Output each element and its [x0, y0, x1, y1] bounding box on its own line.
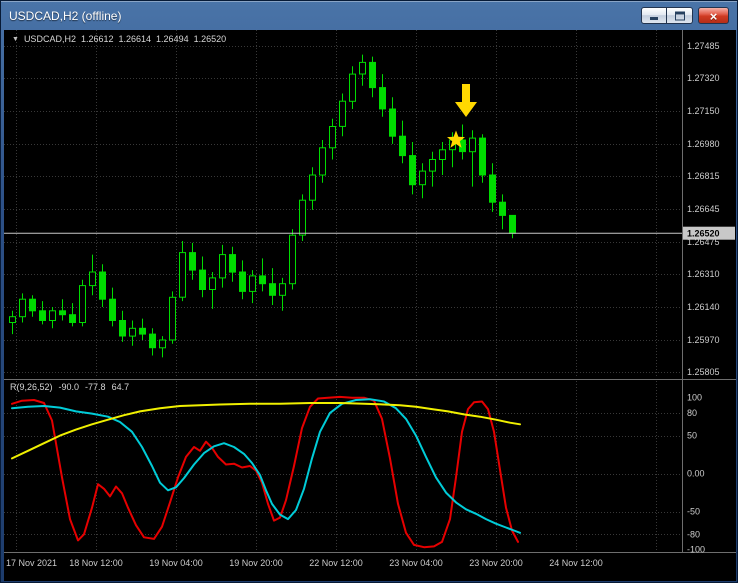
candle-body	[219, 254, 226, 279]
candle-body	[499, 201, 506, 216]
maximize-button[interactable]	[667, 7, 693, 24]
price-axis-label: 1.26140	[687, 302, 720, 312]
candle-body	[399, 135, 406, 157]
candle-body	[9, 316, 16, 324]
candle-body	[19, 298, 26, 318]
time-axis-label: 23 Nov 20:00	[469, 558, 523, 568]
candle-body	[169, 296, 176, 341]
candle-body	[199, 269, 206, 291]
candle-body	[49, 310, 56, 321]
window-controls: ×	[641, 7, 729, 24]
candle-body	[39, 310, 46, 321]
chart-canvas[interactable]: 1.265201.274851.273201.271501.269801.268…	[4, 30, 736, 581]
down-arrow-icon[interactable]	[455, 84, 477, 117]
time-axis-label: 19 Nov 20:00	[229, 558, 283, 568]
candle-body	[419, 170, 426, 186]
osc-axis-label: 0.00	[687, 469, 705, 479]
minimize-button[interactable]	[641, 7, 667, 24]
price-axis-label: 1.27320	[687, 73, 720, 83]
candle-body	[59, 310, 66, 316]
candle-body	[79, 285, 86, 324]
time-axis-label: 22 Nov 12:00	[309, 558, 363, 568]
time-axis-label: 24 Nov 12:00	[549, 558, 603, 568]
candle-body	[99, 271, 106, 300]
candle-body	[239, 271, 246, 292]
maximize-icon	[674, 11, 685, 20]
price-axis-label: 1.27485	[687, 41, 720, 51]
candle-body	[229, 254, 236, 273]
minimize-icon	[650, 17, 658, 20]
candle-body	[289, 234, 296, 285]
osc-axis-label: -100	[687, 545, 705, 555]
osc-line-slow	[11, 402, 521, 460]
close-button[interactable]: ×	[698, 7, 729, 24]
price-axis-label: 1.26475	[687, 237, 720, 247]
candle-body	[409, 155, 416, 186]
candle-body	[489, 174, 496, 203]
osc-axis-label: -80	[687, 529, 700, 539]
price-axis-label: 1.26310	[687, 269, 720, 279]
candle-body	[29, 298, 36, 312]
candle-body	[209, 277, 216, 290]
candle-body	[149, 333, 156, 349]
osc-axis-label: 50	[687, 431, 697, 441]
candle-body	[379, 87, 386, 110]
candle-body	[309, 174, 316, 201]
candle-body	[139, 327, 146, 335]
candle-body	[389, 108, 396, 137]
candle-body	[119, 320, 126, 337]
candle-body	[69, 314, 76, 324]
candle-body	[319, 147, 326, 176]
price-axis-label: 1.26645	[687, 204, 720, 214]
candle-body	[269, 283, 276, 296]
price-axis-label: 1.26815	[687, 171, 720, 181]
window-title: USDCAD,H2 (offline)	[9, 8, 122, 23]
candle-body	[279, 283, 286, 296]
osc-axis-label: 100	[687, 393, 702, 403]
candle-body	[479, 137, 486, 176]
candle-body	[109, 298, 116, 322]
candle-body	[329, 126, 336, 149]
candle-body	[179, 252, 186, 298]
close-icon: ×	[709, 9, 718, 24]
candle-body	[259, 275, 266, 285]
time-axis-label: 23 Nov 04:00	[389, 558, 443, 568]
osc-axis-label: -50	[687, 507, 700, 517]
titlebar[interactable]: USDCAD,H2 (offline) ×	[1, 1, 737, 30]
candle-body	[429, 159, 436, 172]
price-axis-label: 1.27150	[687, 106, 720, 116]
candle-body	[339, 100, 346, 127]
price-axis-label: 1.25805	[687, 367, 720, 377]
candle-body	[249, 275, 256, 292]
time-axis-label: 18 Nov 12:00	[69, 558, 123, 568]
time-axis-label: 19 Nov 04:00	[149, 558, 203, 568]
candle-body	[439, 149, 446, 161]
chart-window: USDCAD,H2 (offline) × 1.26520 1.27485 1.27…	[0, 0, 738, 583]
candles	[9, 54, 516, 358]
candle-body	[189, 252, 196, 271]
time-axis-label: 17 Nov 2021	[6, 558, 57, 568]
candle-body	[509, 214, 516, 234]
candle-body	[369, 61, 376, 89]
price-axis-label: 1.26980	[687, 139, 720, 149]
osc-axis-label: 80	[687, 408, 697, 418]
candle-body	[89, 271, 96, 287]
candle-body	[359, 61, 366, 75]
candle-body	[159, 339, 166, 349]
candle-body	[469, 137, 476, 153]
osc-line-fast	[11, 395, 519, 549]
price-axis-label: 1.25970	[687, 335, 720, 345]
candle-body	[349, 73, 356, 102]
candle-body	[129, 327, 136, 337]
chart-client-area: 1.26520 1.27485 1.27320 1.27150 1.26980 1.268…	[4, 30, 736, 581]
candle-body	[299, 199, 306, 236]
